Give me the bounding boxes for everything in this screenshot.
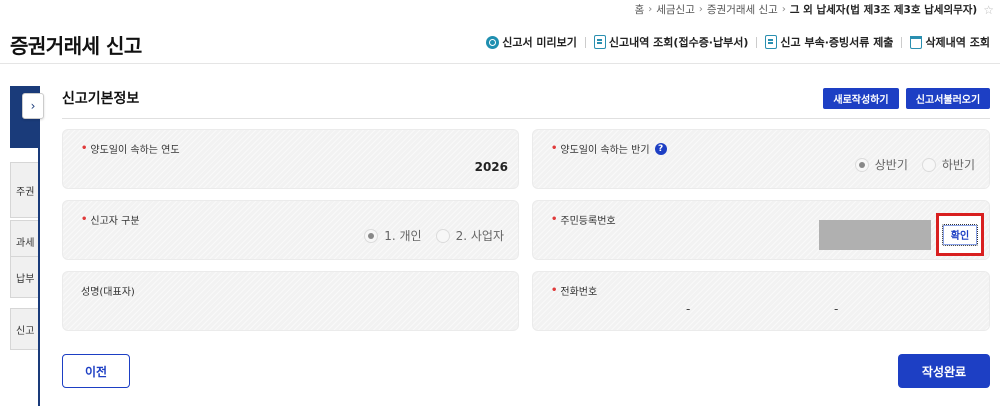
- name-label: 성명(대표자): [81, 287, 135, 298]
- top-actions: 신고서 미리보기 신고내역 조회(접수증·납부서) 신고 부속·증빙서류 제출 …: [486, 34, 990, 50]
- year-label: • 양도일이 속하는 연도: [81, 143, 180, 156]
- page-title: 증권거래세 신고: [10, 34, 142, 58]
- sidenav-item-stock[interactable]: 주권: [10, 162, 40, 218]
- breadcrumb-tax-filing[interactable]: 세금신고: [656, 2, 695, 17]
- divider: [901, 36, 903, 48]
- phone-separator: -: [686, 302, 691, 316]
- prev-button[interactable]: 이전: [62, 354, 130, 388]
- breadcrumb-current: 그 외 납세자(법 제3조 제3호 납세의무자): [789, 4, 978, 16]
- sidenav-item-filing[interactable]: 신고: [10, 308, 40, 350]
- preview-link[interactable]: 신고서 미리보기: [486, 34, 577, 50]
- year-field[interactable]: • 양도일이 속하는 연도 2026: [62, 129, 519, 189]
- required-icon: •: [551, 214, 558, 225]
- phone-label: • 전화번호: [551, 285, 598, 298]
- load-filing-button[interactable]: 신고서불러오기: [906, 88, 990, 109]
- filer-type-field: • 신고자 구분 1. 개인 2. 사업자: [62, 200, 519, 260]
- magnifier-icon: [486, 35, 500, 49]
- section-divider: [62, 118, 990, 119]
- chevron-right-icon: ›: [30, 99, 36, 113]
- sidenav-border: [38, 86, 40, 406]
- breadcrumb: 홈 › 세금신고 › 증권거래세 신고 › 그 외 납세자(법 제3조 제3호 …: [635, 2, 994, 17]
- name-field[interactable]: 성명(대표자): [62, 271, 519, 331]
- sidenav-item-label: 납부: [16, 273, 35, 285]
- section-title: 신고기본정보: [62, 91, 140, 107]
- sidenav-item-label: 주권: [16, 186, 35, 198]
- radio-dot: [921, 157, 936, 172]
- preview-label: 신고서 미리보기: [502, 36, 577, 49]
- chevron-right-icon: ›: [781, 4, 786, 15]
- filer-type-label: • 신고자 구분: [81, 214, 140, 227]
- divider: [584, 36, 586, 48]
- side-nav: 주권 과세 납부 신고: [10, 86, 40, 406]
- required-icon: •: [81, 214, 88, 225]
- header-divider: [0, 63, 1000, 64]
- help-icon[interactable]: ?: [654, 142, 667, 155]
- resident-id-label: • 주민등록번호: [551, 214, 616, 227]
- chevron-right-icon: ›: [698, 4, 703, 15]
- confirm-highlight: 확인: [936, 213, 984, 256]
- divider: [756, 36, 758, 48]
- required-icon: •: [81, 143, 88, 154]
- required-icon: •: [551, 285, 558, 296]
- radio-business[interactable]: 2. 사업자: [435, 227, 504, 244]
- sidenav-item-payment[interactable]: 납부: [10, 256, 40, 298]
- filer-type-radio-group: 1. 개인 2. 사업자: [364, 227, 504, 244]
- radio-individual[interactable]: 1. 개인: [364, 227, 422, 244]
- attach-label: 신고 부속·증빙서류 제출: [780, 36, 894, 49]
- star-icon[interactable]: ☆: [983, 3, 994, 17]
- attach-link[interactable]: 신고 부속·증빙서류 제출: [765, 34, 893, 50]
- complete-button[interactable]: 작성완료: [898, 354, 990, 388]
- sidenav-toggle-button[interactable]: ›: [22, 93, 44, 119]
- deleted-label: 삭제내역 조회: [925, 36, 990, 49]
- half-field: • 양도일이 속하는 반기 ? 상반기 하반기: [532, 129, 990, 189]
- deleted-link[interactable]: 삭제내역 조회: [910, 34, 990, 50]
- radio-dot: [364, 228, 379, 243]
- breadcrumb-securities-tax[interactable]: 증권거래세 신고: [707, 2, 778, 17]
- upload-document-icon: [765, 35, 778, 49]
- half-label: • 양도일이 속하는 반기 ?: [551, 141, 667, 156]
- trash-icon: [910, 35, 923, 49]
- required-icon: •: [551, 143, 558, 154]
- breadcrumb-home[interactable]: 홈: [635, 2, 645, 17]
- sidenav-item-label: 신고: [16, 325, 35, 337]
- resident-id-field: • 주민등록번호 확인: [532, 200, 990, 260]
- radio-first-half[interactable]: 상반기: [854, 156, 908, 173]
- phone-field[interactable]: • 전화번호 - -: [532, 271, 990, 331]
- chevron-right-icon: ›: [648, 4, 653, 15]
- resident-id-masked-input[interactable]: [819, 220, 931, 250]
- phone-separator: -: [834, 302, 839, 316]
- radio-dot: [435, 228, 450, 243]
- history-link[interactable]: 신고내역 조회(접수증·납부서): [593, 34, 749, 50]
- radio-second-half[interactable]: 하반기: [921, 156, 975, 173]
- confirm-button[interactable]: 확인: [942, 223, 978, 246]
- history-label: 신고내역 조회(접수증·납부서): [608, 36, 749, 49]
- sidenav-item-label: 과세: [16, 237, 35, 249]
- document-icon: [593, 35, 606, 49]
- half-radio-group: 상반기 하반기: [854, 156, 975, 173]
- radio-dot: [854, 157, 869, 172]
- new-write-button[interactable]: 새로작성하기: [823, 88, 899, 109]
- year-value: 2026: [474, 160, 508, 174]
